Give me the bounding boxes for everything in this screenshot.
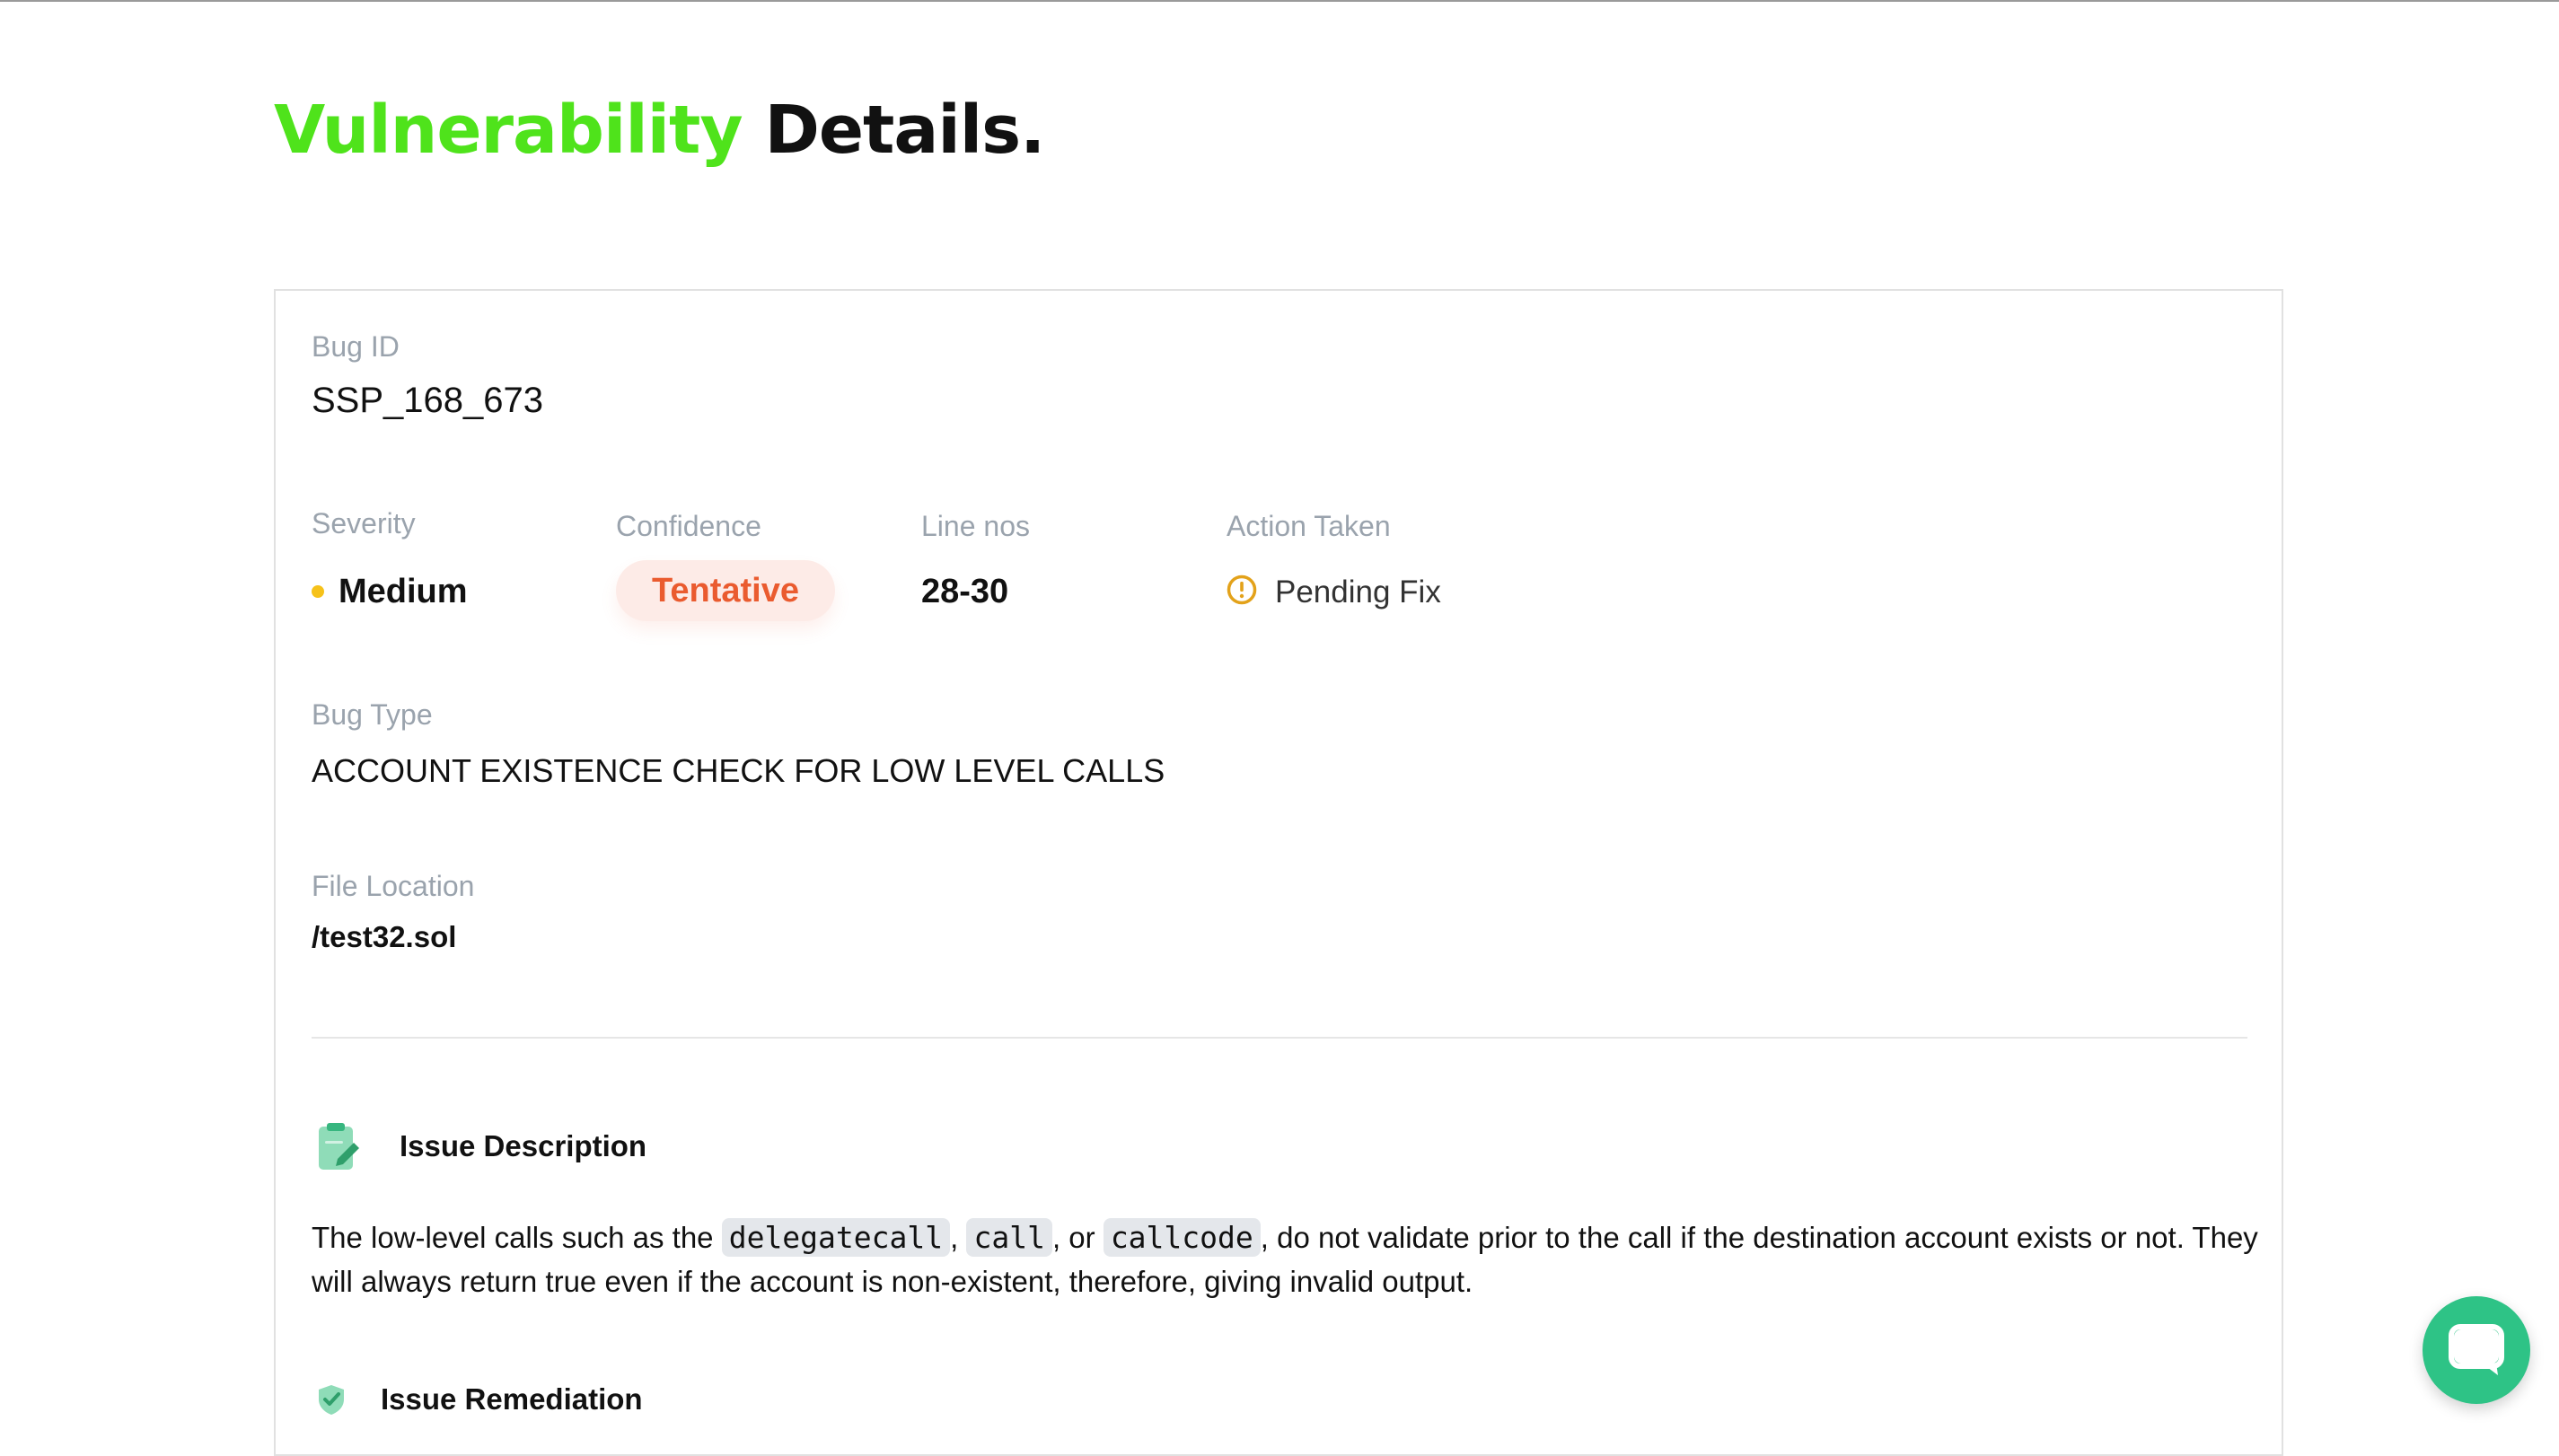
- file-location-label: File Location: [312, 870, 475, 902]
- confidence-badge: Tentative: [616, 560, 835, 621]
- chat-bubble-icon: [2449, 1324, 2504, 1375]
- line-nos-value: 28-30: [921, 573, 1009, 610]
- severity-label: Severity: [312, 507, 416, 539]
- description-separator: , or: [1051, 1221, 1104, 1254]
- line-nos-label: Line nos: [921, 510, 1030, 542]
- section-divider: [312, 1037, 2247, 1039]
- shield-check-icon: [319, 1385, 344, 1415]
- action-taken-label: Action Taken: [1227, 510, 1391, 542]
- issue-remediation-heading: Issue Remediation: [381, 1382, 643, 1416]
- bug-type-value: ACCOUNT EXISTENCE CHECK FOR LOW LEVEL CA…: [312, 752, 1165, 789]
- bug-type-label: Bug Type: [312, 698, 433, 731]
- bug-id-label: Bug ID: [312, 330, 400, 363]
- page-title-highlight: Vulnerability: [274, 92, 743, 169]
- severity-dot-icon: [312, 585, 324, 598]
- page-title: Vulnerability Details.: [274, 97, 1045, 163]
- code-call: call: [966, 1218, 1052, 1257]
- chat-button[interactable]: [2423, 1296, 2530, 1404]
- description-text-part: The low-level calls such as the: [312, 1221, 722, 1254]
- issue-description-heading: Issue Description: [400, 1129, 647, 1162]
- severity-value: Medium: [339, 573, 468, 610]
- top-border: [0, 0, 2559, 2]
- action-taken-value: Pending Fix: [1275, 575, 1441, 610]
- description-separator: ,: [950, 1221, 967, 1254]
- clipboard-edit-icon: [319, 1123, 359, 1170]
- issue-description-text: The low-level calls such as the delegate…: [312, 1215, 2260, 1303]
- alert-circle-icon: [1227, 575, 1257, 605]
- bug-id-value: SSP_168_673: [312, 381, 544, 420]
- code-delegatecall: delegatecall: [721, 1218, 951, 1257]
- confidence-label: Confidence: [616, 510, 761, 542]
- page-title-rest: Details.: [764, 92, 1045, 169]
- code-callcode: callcode: [1103, 1218, 1261, 1257]
- file-location-value: /test32.sol: [312, 920, 457, 953]
